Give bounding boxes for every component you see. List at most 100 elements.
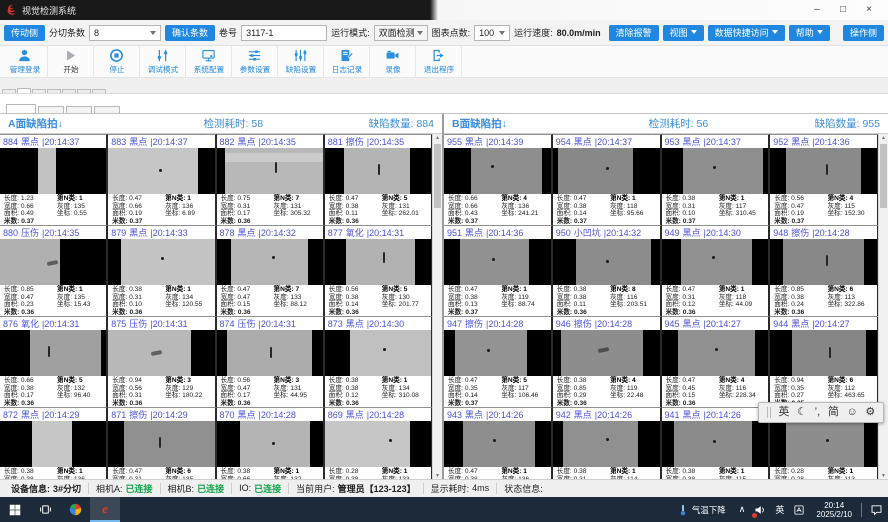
scrollbar[interactable]: ▲ ▼ (432, 134, 442, 480)
notification-icon[interactable] (864, 497, 888, 522)
scroll-up-icon[interactable]: ▲ (435, 134, 440, 142)
defect-time: |20:14:37 (595, 137, 632, 147)
defect-cell[interactable]: 879 黑点 |20:14:33 长度: 0.38 宽度: 0.31 面积: 0… (108, 225, 216, 316)
slit-count-select[interactable]: 8 (89, 25, 161, 41)
defect-cell[interactable]: 878 黑点 |20:14:32 长度: 0.47 宽度: 0.47 面积: 0… (217, 225, 325, 316)
app-logo-icon (6, 4, 18, 16)
defect-cell[interactable]: 950 小凹坑 |20:14:32 长度: 0.38 宽度: 0.38 面积: … (553, 225, 662, 316)
quick-access-menu-button[interactable]: 数据快捷访问 (708, 25, 785, 41)
action-video-record-button[interactable]: 录像 (370, 46, 416, 77)
language-indicator[interactable]: 英 (770, 503, 789, 516)
defect-cell[interactable]: 881 擦伤 |20:14:35 长度: 0.47 宽度: 0.38 面积: 0… (325, 134, 433, 225)
task-view-button[interactable] (30, 497, 60, 522)
ime-settings-icon[interactable]: ⚙ (865, 407, 875, 418)
scrollbar[interactable]: ▲ ▼ (878, 134, 888, 480)
defect-cell[interactable]: 876 氧化 |20:14:31 长度: 0.66 宽度: 0.38 面积: 0… (0, 316, 108, 407)
subtab-defect-stats[interactable] (66, 106, 92, 113)
action-debug-mode-button[interactable]: 调试模式 (140, 46, 186, 77)
action-param-settings-button[interactable]: 参数设置 (232, 46, 278, 77)
taskbar-clock[interactable]: 20:14 2025/2/10 (809, 501, 859, 519)
defect-cell[interactable]: 872 黑点 |20:14:29 长度: 0.38 宽度: 0.38 面积: 0… (0, 407, 108, 480)
run-mode-select[interactable]: 双面检测 (374, 25, 428, 41)
scroll-up-icon[interactable]: ▲ (881, 134, 886, 142)
action-log-record-button[interactable]: 日志记录 (324, 46, 370, 77)
defect-cell[interactable]: 951 黑点 |20:14:36 长度: 0.47 宽度: 0.38 面积: 0… (444, 225, 553, 316)
ime-moon-icon[interactable]: ☾ (797, 407, 807, 418)
maximize-button[interactable]: □ (830, 0, 856, 20)
close-button[interactable]: × (856, 0, 882, 20)
defect-cell[interactable]: 943 黑点 |20:14:26 长度: 0.47 宽度: 0.38 面积: 0… (444, 407, 553, 480)
defect-cell[interactable]: 946 擦伤 |20:14:28 长度: 0.38 宽度: 0.85 面积: 0… (553, 316, 662, 407)
defect-cell[interactable]: 949 黑点 |20:14:30 长度: 0.47 宽度: 0.31 面积: 0… (662, 225, 771, 316)
defect-cell[interactable]: 870 黑点 |20:14:28 长度: 0.38 宽度: 0.66 面积: 0… (217, 407, 325, 480)
action-defect-settings-button[interactable]: 缺陷设置 (278, 46, 324, 77)
ime-punctuation-toggle[interactable]: ’, (815, 407, 821, 418)
view-menu-button[interactable]: 视图 (663, 25, 704, 41)
chevron-down-icon (691, 30, 697, 37)
confirm-count-button[interactable]: 确认条数 (165, 25, 215, 41)
action-stop-button[interactable]: 停止 (94, 46, 140, 77)
defect-time: |20:14:26 (486, 410, 523, 420)
defect-cell[interactable]: 871 擦伤 |20:14:29 长度: 0.47 宽度: 0.31 面积: 0… (108, 407, 216, 480)
defect-cell[interactable]: 874 压伤 |20:14:31 长度: 0.56 宽度: 0.47 面积: 0… (217, 316, 325, 407)
ime-tray-icon[interactable] (789, 497, 809, 522)
defect-cell[interactable]: 875 压伤 |20:14:31 长度: 0.94 宽度: 0.56 面积: 0… (108, 316, 216, 407)
defect-time: |20:14:39 (486, 137, 523, 147)
defect-cell[interactable]: 883 黑点 |20:14:37 长度: 0.47 宽度: 0.66 面积: 0… (108, 134, 216, 225)
scrollbar-thumb[interactable] (434, 144, 441, 208)
defect-cell[interactable]: 953 黑点 |20:14:37 长度: 0.38 宽度: 0.31 面积: 0… (662, 134, 771, 225)
ime-emoji-icon[interactable]: ☺ (847, 407, 858, 418)
defect-image (662, 148, 769, 194)
subtab-class-stats[interactable] (94, 106, 120, 113)
defect-cell[interactable]: 942 黑点 |20:14:26 长度: 0.38 宽度: 0.31 面积: 0… (553, 407, 662, 480)
action-system-config-button[interactable]: 系统配置 (186, 46, 232, 77)
defect-cell[interactable]: 944 黑点 |20:14:27 长度: 0.94 宽度: 0.35 面积: 0… (770, 316, 879, 407)
defect-info: 长度: 0.47 宽度: 0.38 面积: 0.14 米数: 0.37 第N类:… (553, 194, 660, 225)
ime-simplified-toggle[interactable]: 简 (828, 407, 839, 418)
defect-info: 长度: 0.94 宽度: 0.56 面积: 0.31 米数: 0.36 第N类:… (108, 376, 214, 407)
defect-cell[interactable]: 884 黑点 |20:14:37 长度: 1.23 宽度: 0.66 面积: 0… (0, 134, 108, 225)
tab-defect-monitor[interactable] (17, 88, 31, 93)
defect-cell[interactable]: 941 黑点 |20:14:26 长度: 0.38 宽度: 0.38 面积: 0… (662, 407, 771, 480)
defect-cell[interactable]: 945 黑点 |20:14:27 长度: 0.47 宽度: 0.45 面积: 0… (662, 316, 771, 407)
defect-cell[interactable]: 869 黑点 |20:14:28 长度: 0.28 宽度: 0.38 面积: 0… (325, 407, 433, 480)
defect-cell[interactable]: 948 擦伤 |20:14:28 长度: 0.85 宽度: 0.38 面积: 0… (770, 225, 879, 316)
weather-widget[interactable]: 气温下降 (670, 504, 734, 516)
action-admin-login-button[interactable]: 管理登录 (2, 46, 48, 77)
subtab-defect-info[interactable] (6, 104, 36, 113)
defect-image (108, 148, 214, 194)
ime-lang-toggle[interactable]: 英 (778, 407, 789, 418)
camera-b-status: 已连接 (197, 482, 224, 495)
defect-cell[interactable]: 880 压伤 |20:14:35 长度: 0.85 宽度: 0.47 面积: 0… (0, 225, 108, 316)
defect-cell-header: 955 黑点 |20:14:39 (444, 135, 551, 148)
operator-side-button[interactable]: 操作侧 (843, 25, 884, 41)
action-exit-program-button[interactable]: 退出程序 (416, 46, 462, 77)
defect-id: 878 (220, 228, 235, 238)
defect-cell[interactable]: 954 黑点 |20:14:37 长度: 0.47 宽度: 0.38 面积: 0… (553, 134, 662, 225)
ime-grip[interactable] (767, 407, 771, 418)
action-start-button[interactable]: 开始 (48, 46, 94, 77)
defect-cell[interactable]: 955 黑点 |20:14:39 长度: 0.66 宽度: 0.66 面积: 0… (444, 134, 553, 225)
defect-cell[interactable]: 952 黑点 |20:14:36 长度: 0.56 宽度: 0.47 面积: 0… (770, 134, 879, 225)
defect-cell[interactable]: 873 黑点 |20:14:30 长度: 0.38 宽度: 0.38 面积: 0… (325, 316, 433, 407)
pinned-app-icon[interactable] (60, 497, 90, 522)
active-app-icon[interactable]: e (90, 497, 120, 522)
defect-cell[interactable]: 882 黑点 |20:14:35 长度: 0.75 宽度: 0.31 面积: 0… (217, 134, 325, 225)
drive-side-button[interactable]: 传动侧 (4, 25, 45, 41)
scrollbar-thumb[interactable] (880, 144, 887, 208)
hidden-icons-chevron[interactable]: ∧ (734, 504, 751, 515)
subtab-defect-distribution[interactable] (38, 106, 64, 113)
defect-cell[interactable]: 947 擦伤 |20:14:28 长度: 0.47 宽度: 0.35 面积: 0… (444, 316, 553, 407)
volume-icon[interactable] (750, 497, 770, 522)
roll-number-input[interactable] (246, 28, 322, 38)
clear-alarm-button[interactable]: 清除报警 (609, 25, 659, 41)
device-info-value: 3#分切 (53, 482, 81, 495)
chart-points-select[interactable]: 100 (474, 25, 510, 41)
start-button[interactable] (0, 497, 30, 522)
defect-type: 擦伤 (465, 317, 483, 330)
defect-cell[interactable]: 877 氧化 |20:14:31 长度: 0.56 宽度: 0.38 面积: 0… (325, 225, 433, 316)
minimize-button[interactable]: – (804, 0, 830, 20)
help-menu-button[interactable]: 帮助 (789, 25, 830, 41)
defect-image (325, 239, 431, 285)
defect-info: 长度: 0.47 宽度: 0.45 面积: 0.15 米数: 0.36 第N类:… (662, 376, 769, 407)
